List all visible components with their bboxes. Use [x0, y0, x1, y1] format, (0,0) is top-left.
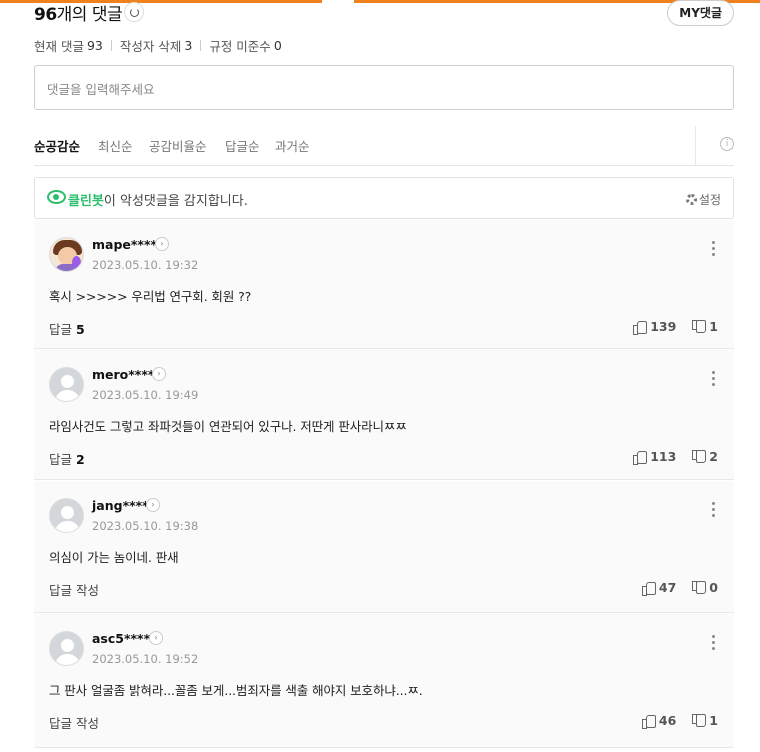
- sort-tab-ratio[interactable]: 공감비율순: [149, 136, 207, 155]
- cleanbot-settings-button[interactable]: 설정: [685, 191, 721, 208]
- thumb-up-icon[interactable]: [641, 714, 656, 729]
- like-count[interactable]: 47: [659, 580, 676, 595]
- comment-author[interactable]: asc5****: [92, 631, 150, 646]
- thumb-down-icon[interactable]: [692, 320, 707, 333]
- avatar[interactable]: [49, 498, 84, 533]
- more-options-icon[interactable]: [712, 371, 716, 387]
- info-icon[interactable]: i: [720, 137, 734, 151]
- refresh-icon[interactable]: [124, 2, 144, 22]
- comment-stats: 현재 댓글 93 작성자 삭제 3 규정 미준수 0: [34, 36, 282, 55]
- comment-date: 2023.05.10. 19:32: [92, 258, 199, 272]
- reply-button[interactable]: 답글 5: [49, 319, 85, 338]
- vote-area: 47 0: [641, 580, 718, 596]
- avatar[interactable]: [49, 237, 84, 272]
- avatar[interactable]: [49, 367, 84, 402]
- sort-tab-oldest[interactable]: 과거순: [275, 136, 310, 155]
- vote-area: 139 1: [633, 319, 718, 335]
- dislike-count[interactable]: 0: [709, 580, 718, 595]
- comment-author[interactable]: mero****: [92, 367, 154, 382]
- comment-content: 그 판사 얼굴좀 밝혀라...꼴좀 보게...범죄자를 색출 해야지 보호하냐.…: [49, 683, 423, 698]
- thumb-down-icon[interactable]: [692, 450, 707, 463]
- violation-comments-value: 0: [273, 38, 282, 53]
- sort-bar: 순공감순 최신순 공감비율순 답글순 과거순 i: [34, 126, 734, 166]
- divider: [200, 40, 202, 51]
- comment-date: 2023.05.10. 19:49: [92, 388, 199, 402]
- cleanbot-message: 클린봇이 악성댓글을 감지합니다.: [68, 194, 248, 209]
- thumb-up-icon[interactable]: [641, 581, 656, 596]
- sort-tab-likes[interactable]: 순공감순: [34, 136, 80, 155]
- more-options-icon[interactable]: [712, 502, 716, 518]
- like-count[interactable]: 139: [650, 319, 676, 334]
- dislike-count[interactable]: 1: [709, 319, 718, 334]
- comment-input[interactable]: 댓글을 입력해주세요: [34, 65, 734, 110]
- thumb-up-icon[interactable]: [633, 450, 648, 465]
- comment-content: 의심이 가는 놈이네. 판새: [49, 550, 179, 565]
- sort-tab-replies[interactable]: 답글순: [225, 136, 260, 155]
- more-options-icon[interactable]: [712, 635, 716, 651]
- comment-item: mape**** › 2023.05.10. 19:32 혹시 >>>>> 우리…: [34, 220, 734, 349]
- like-count[interactable]: 46: [659, 713, 676, 728]
- comment-item: mero**** › 2023.05.10. 19:49 라임사건도 그렇고 좌…: [34, 350, 734, 480]
- comment-count-title: 96개의 댓글: [34, 5, 123, 25]
- chevron-right-icon[interactable]: ›: [149, 631, 163, 645]
- comment-date: 2023.05.10. 19:38: [92, 519, 199, 533]
- deleted-comments-label: 작성자 삭제: [119, 39, 182, 54]
- chevron-right-icon[interactable]: ›: [152, 367, 166, 381]
- comment-author[interactable]: mape****: [92, 237, 157, 252]
- comment-content: 라임사건도 그렇고 좌파것들이 연관되어 있구나. 저딴게 판사라니ㅉㅉ: [49, 419, 407, 434]
- vote-area: 46 1: [641, 713, 718, 729]
- violation-comments-label: 규정 미준수: [209, 39, 271, 54]
- more-options-icon[interactable]: [712, 241, 716, 257]
- thumb-down-icon[interactable]: [692, 714, 707, 727]
- comment-author[interactable]: jang****: [92, 498, 149, 513]
- chevron-right-icon[interactable]: ›: [146, 498, 160, 512]
- comment-item: asc5**** › 2023.05.10. 19:52 그 판사 얼굴좀 밝혀…: [34, 614, 734, 748]
- like-count[interactable]: 113: [650, 449, 676, 464]
- comment-content: 혹시 >>>>> 우리법 연구회. 회원 ??: [49, 289, 252, 304]
- reply-button[interactable]: 답글 2: [49, 449, 85, 468]
- reply-button[interactable]: 답글 작성: [49, 580, 99, 599]
- divider: [695, 126, 696, 166]
- comment-header: 96개의 댓글 MY댓글: [34, 0, 734, 26]
- avatar[interactable]: [49, 631, 84, 666]
- dislike-count[interactable]: 2: [709, 449, 718, 464]
- reply-button[interactable]: 답글 작성: [49, 713, 99, 732]
- comment-item: jang**** › 2023.05.10. 19:38 의심이 가는 놈이네.…: [34, 481, 734, 613]
- gear-icon: [685, 194, 697, 205]
- comment-date: 2023.05.10. 19:52: [92, 652, 199, 666]
- dislike-count[interactable]: 1: [709, 713, 718, 728]
- thumb-down-icon[interactable]: [692, 581, 707, 594]
- current-comments-label: 현재 댓글: [34, 39, 84, 54]
- divider: [110, 40, 112, 51]
- chevron-right-icon[interactable]: ›: [155, 237, 169, 251]
- eye-icon: [47, 190, 66, 204]
- current-comments-value: 93: [86, 38, 103, 53]
- sort-tab-latest[interactable]: 최신순: [98, 136, 133, 155]
- cleanbot-banner: 클린봇이 악성댓글을 감지합니다. 설정: [34, 177, 734, 219]
- deleted-comments-value: 3: [184, 38, 193, 53]
- my-comments-button[interactable]: MY댓글: [667, 0, 734, 26]
- vote-area: 113 2: [633, 449, 718, 465]
- thumb-up-icon[interactable]: [633, 320, 648, 335]
